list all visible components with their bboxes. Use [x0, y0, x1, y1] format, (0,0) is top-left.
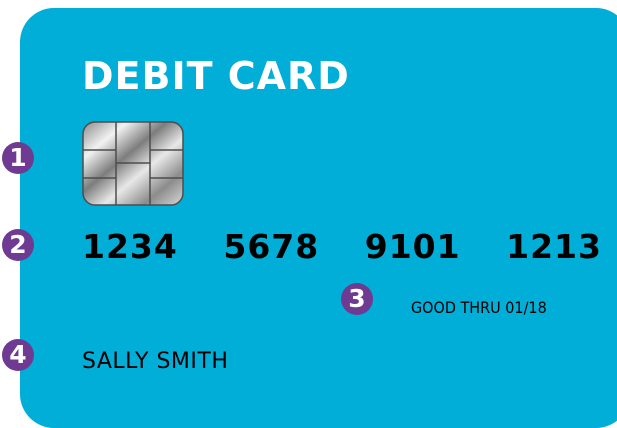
badge-cardholder-name: 4 [2, 339, 34, 371]
badge-card-number: 2 [2, 229, 34, 261]
badge-expiry: 3 [341, 283, 373, 315]
card-number-group-4: 1213 [506, 227, 602, 266]
cardholder-name: SALLY SMITH [82, 349, 229, 374]
badge-chip: 1 [2, 142, 34, 174]
debit-card: DEBIT CARD 1234 5678 9101 1213 GOOD THRU… [20, 8, 617, 428]
card-title: DEBIT CARD [82, 54, 350, 98]
emv-chip-icon [82, 121, 184, 206]
card-number-group-2: 5678 [223, 227, 320, 266]
card-number-group-3: 9101 [364, 227, 461, 266]
expiry-date: GOOD THRU 01/18 [411, 298, 547, 317]
card-number: 1234 5678 9101 1213 [82, 230, 602, 263]
card-number-group-1: 1234 [82, 227, 178, 266]
